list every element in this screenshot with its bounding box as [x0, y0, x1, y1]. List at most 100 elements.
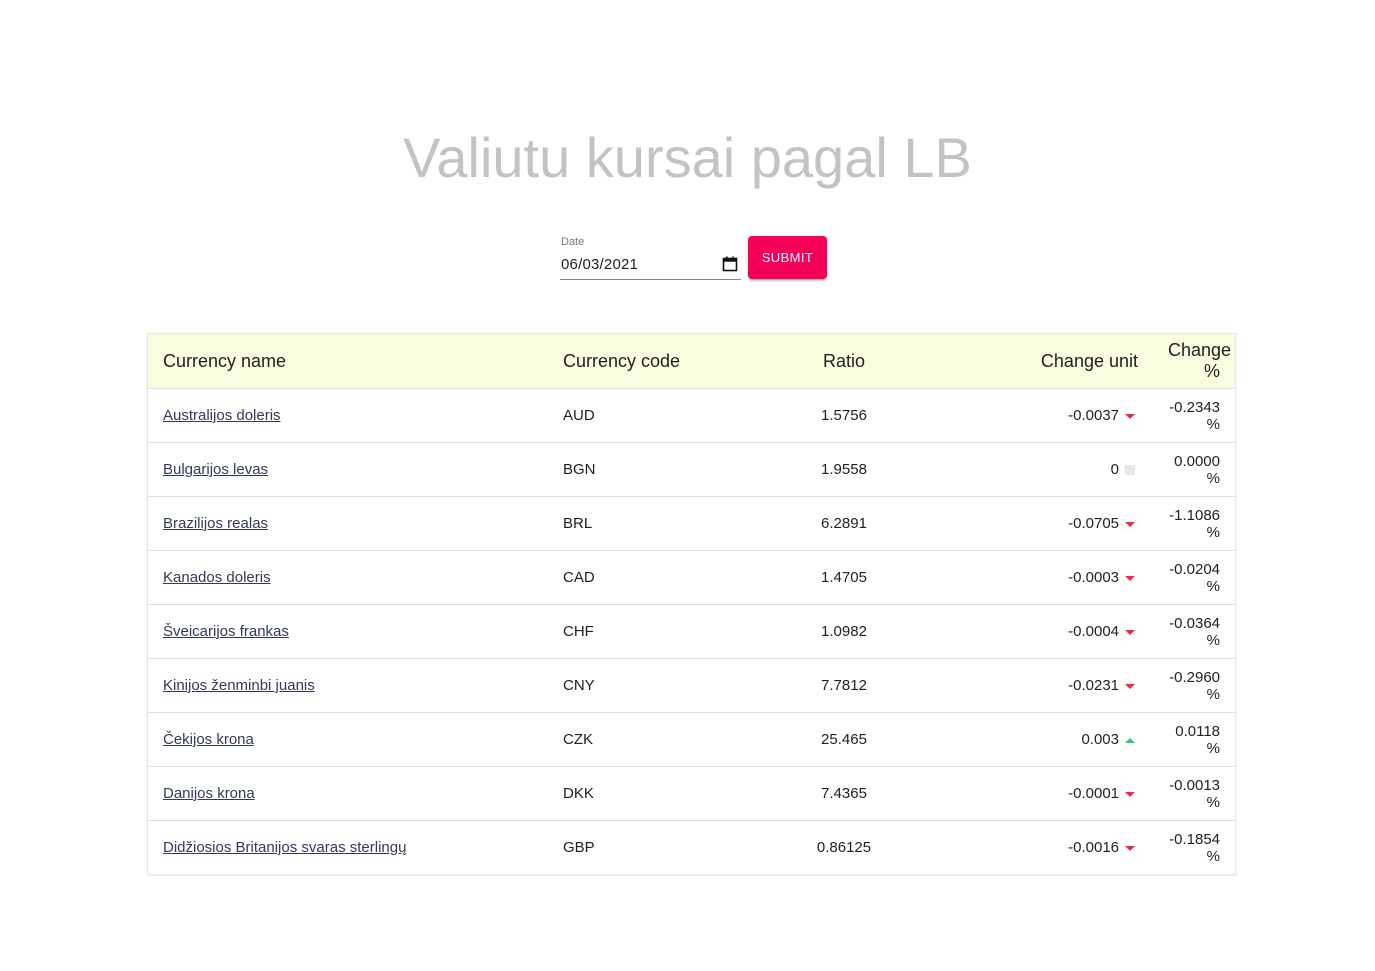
- page-title: Valiutu kursai pagal LB: [403, 126, 972, 189]
- arrow-up-icon: [1125, 737, 1135, 743]
- table-row: Danijos krona DKK 7.4365 -0.0001 -0.0013 %: [148, 766, 1235, 821]
- change-unit-value: -0.0001: [1068, 784, 1119, 802]
- arrow-down-icon: [1125, 575, 1135, 581]
- cell-change-percent: 0.0000 %: [1153, 442, 1235, 497]
- currency-link[interactable]: Danijos krona: [163, 785, 255, 802]
- cell-currency-name: Danijos krona: [148, 766, 548, 821]
- arrow-down-icon: [1125, 629, 1135, 635]
- cell-currency-name: Čekijos krona: [148, 712, 548, 767]
- header-change-unit: Change unit: [940, 334, 1153, 389]
- cell-change-unit: -0.0037: [940, 388, 1153, 443]
- cell-change-unit: -0.0016: [940, 821, 1153, 875]
- table-row: Brazilijos realas BRL 6.2891 -0.0705 -1.1086…: [148, 496, 1235, 551]
- currency-link[interactable]: Australijos doleris: [163, 407, 281, 424]
- cell-currency-code: CAD: [548, 550, 748, 605]
- cell-change-percent: -0.1854 %: [1169, 830, 1220, 865]
- cell-change-unit: 0.003: [940, 712, 1153, 767]
- change-unit-value: -0.0016: [1068, 838, 1119, 856]
- cell-change-unit: -0.0705: [940, 496, 1153, 551]
- date-form: Date 06/03/2021 SUBMIT: [560, 234, 830, 284]
- arrow-down-icon: [1125, 521, 1135, 527]
- table-row: Kanados doleris CAD 1.4705 -0.0003 -0.0204 %: [148, 550, 1235, 605]
- trend-down-indicator: [1122, 677, 1138, 694]
- cell-change-percent: 0.0118 %: [1153, 712, 1235, 767]
- arrow-down-icon: [1125, 791, 1135, 797]
- cell-currency-name: Bulgarijos levas: [148, 442, 548, 497]
- header-currency-name: Currency name: [148, 334, 548, 389]
- cell-currency-name: Šveicarijos frankas: [148, 604, 548, 659]
- cell-currency-code: CNY: [548, 658, 748, 713]
- cell-ratio: 1.4705: [748, 550, 940, 605]
- table-row: Australijos doleris AUD 1.5756 -0.0037 -0.23…: [148, 388, 1235, 443]
- cell-currency-name: Didžiosios Britanijos svaras sterlingų: [148, 821, 548, 875]
- currency-link[interactable]: Kinijos ženminbi juanis: [163, 677, 315, 694]
- table-body: Australijos doleris AUD 1.5756 -0.0037 -0.23…: [148, 388, 1235, 875]
- date-input[interactable]: 06/03/2021: [561, 256, 638, 273]
- change-unit-value: 0: [1110, 460, 1119, 478]
- currency-link[interactable]: Bulgarijos levas: [163, 461, 268, 478]
- cell-ratio: 7.7812: [748, 658, 940, 713]
- cell-change-percent: -0.2343 %: [1153, 388, 1235, 443]
- cell-currency-name: Brazilijos realas: [148, 496, 548, 551]
- header-change-percent: Change %: [1153, 334, 1235, 389]
- trend-up-indicator: [1122, 731, 1138, 748]
- cell-currency-code: BRL: [548, 496, 748, 551]
- no-change-icon: [1125, 465, 1135, 476]
- cell-change-unit: -0.0001: [940, 766, 1153, 821]
- table-row: Šveicarijos frankas CHF 1.0982 -0.0004 -0.03…: [148, 604, 1235, 659]
- change-unit-value: -0.0231: [1068, 676, 1119, 694]
- cell-change-percent: -1.1086 %: [1153, 496, 1235, 551]
- cell-ratio: 0.86125: [816, 839, 872, 856]
- date-field[interactable]: Date 06/03/2021: [560, 234, 741, 280]
- cell-ratio: 1.0982: [748, 604, 940, 659]
- trend-down-indicator: [1122, 623, 1138, 640]
- currency-link[interactable]: Kanados doleris: [163, 569, 271, 586]
- cell-currency-name: Australijos doleris: [148, 388, 548, 443]
- cell-change-unit: -0.0231: [940, 658, 1153, 713]
- cell-currency-code: CHF: [548, 604, 748, 659]
- cell-change-unit: -0.0003: [940, 550, 1153, 605]
- cell-change-percent: -0.0364 %: [1153, 604, 1235, 659]
- change-unit-value: -0.0037: [1068, 406, 1119, 424]
- change-unit-value: 0.003: [1081, 730, 1119, 748]
- trend-flat-indicator: [1122, 461, 1138, 478]
- cell-ratio: 7.4365: [748, 766, 940, 821]
- cell-change-unit: -0.0004: [940, 604, 1153, 659]
- currency-table: Currency name Currency code Ratio Change…: [147, 333, 1236, 875]
- cell-currency-code: AUD: [548, 388, 748, 443]
- cell-currency-code: GBP: [563, 839, 595, 856]
- cell-change-percent: -0.0204 %: [1153, 550, 1235, 605]
- header-currency-code: Currency code: [548, 334, 748, 389]
- cell-change-percent: -0.0013 %: [1153, 766, 1235, 821]
- submit-button[interactable]: SUBMIT: [748, 236, 827, 279]
- currency-link[interactable]: Brazilijos realas: [163, 515, 268, 532]
- cell-currency-code: DKK: [548, 766, 748, 821]
- cell-currency-name: Kinijos ženminbi juanis: [148, 658, 548, 713]
- header-ratio: Ratio: [748, 334, 940, 389]
- currency-link[interactable]: Didžiosios Britanijos svaras sterlingų: [163, 839, 406, 856]
- cell-ratio: 1.9558: [748, 442, 940, 497]
- table-row: Bulgarijos levas BGN 1.9558 0 0.0000 %: [148, 442, 1235, 497]
- trend-down-indicator: [1122, 515, 1138, 532]
- calendar-icon[interactable]: [722, 256, 738, 272]
- cell-ratio: 6.2891: [748, 496, 940, 551]
- currency-link[interactable]: Čekijos krona: [163, 731, 254, 748]
- arrow-down-icon: [1125, 683, 1135, 689]
- cell-change-unit: 0: [940, 442, 1153, 497]
- arrow-down-icon: [1125, 413, 1135, 419]
- cell-ratio: 25.465: [748, 712, 940, 767]
- cell-change-percent: -0.2960 %: [1153, 658, 1235, 713]
- table-row: Didžiosios Britanijos svaras sterlingų GB…: [148, 821, 1235, 875]
- cell-currency-name: Kanados doleris: [148, 550, 548, 605]
- change-unit-value: -0.0705: [1068, 514, 1119, 532]
- trend-down-indicator: [1122, 785, 1138, 802]
- change-unit-value: -0.0003: [1068, 568, 1119, 586]
- cell-currency-code: CZK: [548, 712, 748, 767]
- arrow-down-icon: [1125, 845, 1135, 851]
- trend-down-indicator: [1122, 839, 1138, 856]
- table-row: Čekijos krona CZK 25.465 0.003 0.0118 %: [148, 712, 1235, 767]
- trend-down-indicator: [1122, 407, 1138, 424]
- currency-link[interactable]: Šveicarijos frankas: [163, 623, 289, 640]
- cell-ratio: 1.5756: [748, 388, 940, 443]
- trend-down-indicator: [1122, 569, 1138, 586]
